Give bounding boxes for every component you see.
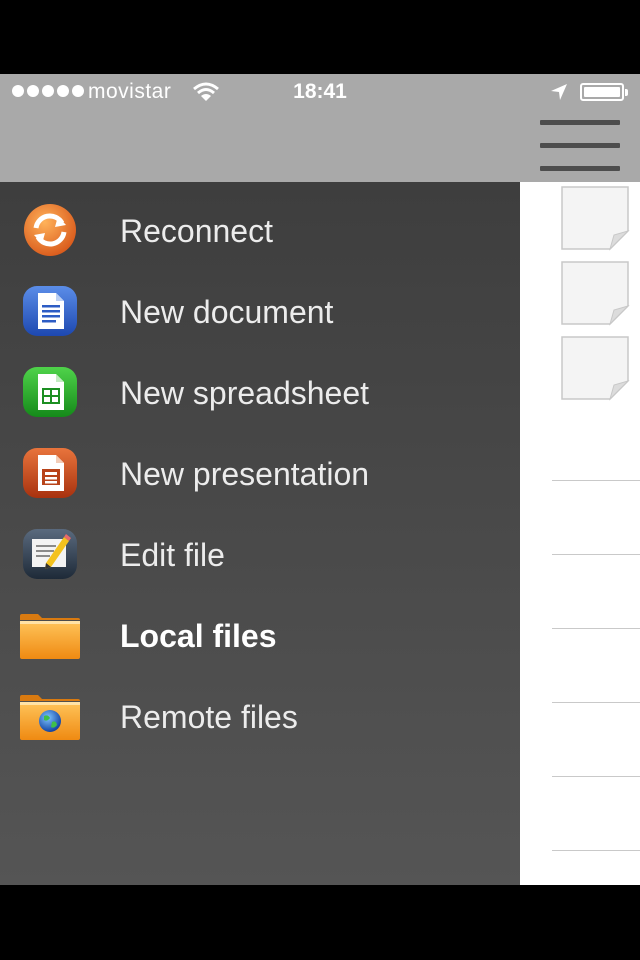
menu-item-new-spreadsheet[interactable]: New spreadsheet: [0, 357, 520, 427]
menu-item-remote-files[interactable]: Remote files: [0, 681, 520, 751]
menu-item-new-presentation[interactable]: New presentation: [0, 438, 520, 508]
menu-item-new-document[interactable]: New document: [0, 276, 520, 346]
remote-folder-icon: [20, 695, 80, 740]
document-icon: [23, 286, 77, 336]
status-bar: movistar 18:41: [0, 74, 640, 110]
edit-file-icon: [23, 529, 77, 579]
menu-item-local-files[interactable]: Local files: [0, 600, 520, 670]
screen-top-border: [0, 0, 640, 74]
file-thumbnail-icon[interactable]: [560, 260, 630, 326]
list-divider: [552, 554, 640, 555]
status-time: 18:41: [293, 80, 347, 103]
side-menu: Reconnect New document New spreadsheet N…: [0, 182, 520, 885]
menu-item-label: New presentation: [120, 456, 370, 492]
location-arrow-icon: [551, 84, 567, 100]
menu-item-label: Edit file: [120, 537, 225, 573]
list-divider: [552, 480, 640, 481]
battery-tip: [625, 89, 628, 96]
list-divider: [552, 850, 640, 851]
battery-icon: [580, 83, 624, 101]
menu-item-label: Local files: [120, 618, 277, 654]
file-list-pane: [520, 182, 640, 885]
presentation-icon: [23, 448, 77, 498]
navigation-bar: [0, 110, 640, 182]
screen-bottom-border: [0, 885, 640, 960]
file-thumbnail-icon[interactable]: [560, 335, 630, 401]
menu-item-label: New document: [120, 294, 334, 330]
list-divider: [552, 776, 640, 777]
folder-icon: [20, 614, 80, 659]
menu-item-edit-file[interactable]: Edit file: [0, 519, 520, 589]
hamburger-menu-icon[interactable]: [538, 120, 622, 172]
menu-item-label: Reconnect: [120, 213, 273, 249]
menu-item-label: Remote files: [120, 699, 298, 735]
reconnect-icon: [24, 204, 76, 256]
file-thumbnail-icon[interactable]: [560, 185, 630, 251]
menu-item-label: New spreadsheet: [120, 375, 370, 411]
list-divider: [552, 702, 640, 703]
list-divider: [552, 628, 640, 629]
spreadsheet-icon: [23, 367, 77, 417]
menu-item-reconnect[interactable]: Reconnect: [0, 195, 520, 265]
